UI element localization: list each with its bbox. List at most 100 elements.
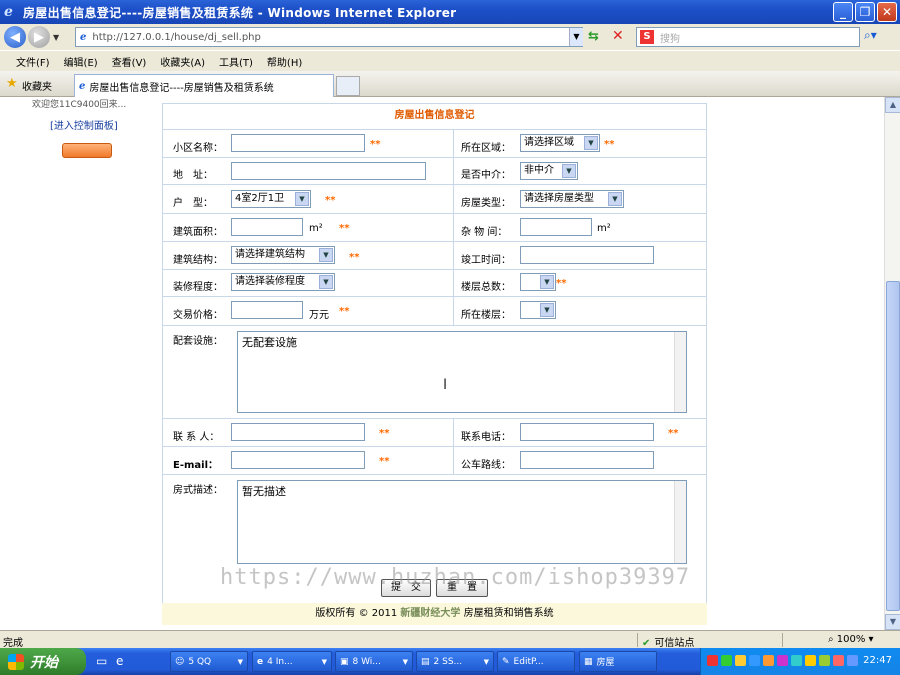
facilities-textarea[interactable]: 无配套设施 xyxy=(237,331,687,413)
close-button[interactable]: ✕ xyxy=(877,2,897,22)
watermark: https://www.huzhan.com/ishop39397 xyxy=(220,565,691,590)
refresh-icon[interactable]: ⇆ xyxy=(588,29,599,44)
price-label: 交易价格： xyxy=(173,310,223,321)
menu-view[interactable]: 查看(V) xyxy=(112,54,147,69)
maximize-button[interactable]: ❐ xyxy=(855,2,875,22)
tray-icon[interactable] xyxy=(805,655,816,666)
task-qq[interactable]: ☺ 5 QQ ▼ xyxy=(170,651,248,672)
house-type-select-value: 请选择房屋类型 xyxy=(524,193,594,204)
sidebar-orange-button[interactable] xyxy=(62,143,112,158)
via-agent-select[interactable]: 非中介 ▼ xyxy=(520,162,578,180)
form-row-7: 交易价格： 万元 ** 所在楼层： ▼ xyxy=(163,297,706,326)
history-dropdown-icon[interactable]: ▼ xyxy=(53,33,59,42)
menu-file[interactable]: 文件(F) xyxy=(16,54,50,69)
favorites-star-icon[interactable]: ★ xyxy=(6,76,18,91)
total-floors-select[interactable]: ▼ xyxy=(520,273,556,291)
completion-time-input[interactable] xyxy=(520,246,654,264)
contact-label: 联 系 人： xyxy=(173,432,220,443)
tray-icon[interactable] xyxy=(749,655,760,666)
new-tab-button[interactable] xyxy=(336,76,360,96)
back-button[interactable]: ◀ xyxy=(4,26,26,48)
text-cursor-icon: I xyxy=(443,377,448,393)
phone-input[interactable] xyxy=(520,423,654,441)
search-icon[interactable]: ⌕▾ xyxy=(864,28,877,43)
decoration-select[interactable]: 请选择装修程度 ▼ xyxy=(231,273,335,291)
app-icon: ▤ xyxy=(421,656,430,667)
storage-input[interactable] xyxy=(520,218,592,236)
qq-icon: ☺ xyxy=(175,656,185,667)
tab-active[interactable]: e 房屋出售信息登记----房屋销售及租赁系统 xyxy=(74,74,334,97)
region-select[interactable]: 请选择区域 ▼ xyxy=(520,134,600,152)
chevron-down-icon: ▼ xyxy=(483,657,489,666)
page-scrollbar[interactable]: ▲ ▼ xyxy=(884,97,900,630)
tray-icon[interactable] xyxy=(707,655,718,666)
bus-input[interactable] xyxy=(520,451,654,469)
minimize-button[interactable]: _ xyxy=(833,2,853,22)
tray-icon[interactable] xyxy=(763,655,774,666)
search-input[interactable]: S 搜狗 xyxy=(636,27,860,47)
favorites-label[interactable]: 收藏夹 xyxy=(22,78,52,93)
status-divider xyxy=(637,633,638,647)
zoom-control[interactable]: ⌕ 100% ▾ xyxy=(828,634,874,645)
footer-university: 新疆财经大学 xyxy=(400,608,461,619)
task-house[interactable]: ▦ 房屋 xyxy=(579,651,657,672)
task-ie[interactable]: e4 In... ▼ xyxy=(252,651,332,672)
area-input[interactable] xyxy=(231,218,303,236)
contact-input[interactable] xyxy=(231,423,365,441)
menu-edit[interactable]: 编辑(E) xyxy=(64,54,98,69)
required-mark: ** xyxy=(370,139,381,150)
menu-favorites[interactable]: 收藏夹(A) xyxy=(160,54,205,69)
scroll-thumb[interactable] xyxy=(886,281,900,611)
layout-label: 户 型： xyxy=(173,198,213,209)
forward-button[interactable]: ▶ xyxy=(28,26,50,48)
description-textarea[interactable]: 暂无描述 xyxy=(237,480,687,564)
house-type-select[interactable]: 请选择房屋类型 ▼ xyxy=(520,190,624,208)
welcome-text: 欢迎您11C9400回来... xyxy=(32,100,127,110)
tray-icon[interactable] xyxy=(847,655,858,666)
tray-icon[interactable] xyxy=(819,655,830,666)
show-desktop-icon[interactable]: ▭ xyxy=(96,654,107,668)
textarea-scrollbar[interactable] xyxy=(674,481,686,563)
structure-select[interactable]: 请选择建筑结构 ▼ xyxy=(231,246,335,264)
chevron-down-icon: ▼ xyxy=(319,275,333,289)
community-name-input[interactable] xyxy=(231,134,365,152)
system-tray: 22:47 xyxy=(700,648,900,675)
menu-help[interactable]: 帮助(H) xyxy=(267,54,302,69)
scroll-down-icon[interactable]: ▼ xyxy=(885,614,900,630)
textarea-scrollbar[interactable] xyxy=(674,332,686,412)
layout-select[interactable]: 4室2厅1卫 ▼ xyxy=(231,190,311,208)
form-row-facilities: 配套设施： 无配套设施 xyxy=(163,326,706,419)
start-button[interactable]: 开始 xyxy=(0,648,86,675)
stop-icon[interactable]: ✕ xyxy=(612,28,624,44)
control-panel-link[interactable]: [进入控制面板] xyxy=(50,117,118,132)
window-titlebar: e 房屋出售信息登记----房屋销售及租赁系统 - Windows Intern… xyxy=(0,0,900,24)
search-placeholder: 搜狗 xyxy=(660,33,680,45)
required-mark: ** xyxy=(349,252,360,263)
tray-icon[interactable] xyxy=(721,655,732,666)
via-agent-select-value: 非中介 xyxy=(524,165,554,176)
status-text: 完成 xyxy=(3,638,23,649)
floor-label: 所在楼层： xyxy=(461,310,511,321)
required-mark: ** xyxy=(556,278,567,289)
tab-title: 房屋出售信息登记----房屋销售及租赁系统 xyxy=(89,82,274,94)
task-ss[interactable]: ▤ 2 SS... ▼ xyxy=(416,651,494,672)
tray-icon[interactable] xyxy=(833,655,844,666)
address-bar[interactable]: e http://127.0.0.1/house/dj_sell.php xyxy=(75,27,583,47)
task-house-label: 房屋 xyxy=(596,658,615,668)
address-dropdown-icon[interactable]: ▼ xyxy=(569,28,583,46)
task-explorer[interactable]: ▣ 8 Wi... ▼ xyxy=(335,651,413,672)
menu-tools[interactable]: 工具(T) xyxy=(219,54,253,69)
address-input[interactable] xyxy=(231,162,426,180)
price-input[interactable] xyxy=(231,301,303,319)
tray-icon[interactable] xyxy=(791,655,802,666)
facilities-label: 配套设施： xyxy=(173,336,223,347)
document-icon: ▦ xyxy=(584,656,593,667)
ie-quicklaunch-icon[interactable]: e xyxy=(116,654,123,668)
tray-icon[interactable] xyxy=(777,655,788,666)
tray-icon[interactable] xyxy=(735,655,746,666)
email-input[interactable] xyxy=(231,451,365,469)
required-mark: ** xyxy=(339,306,350,317)
scroll-up-icon[interactable]: ▲ xyxy=(885,97,900,113)
task-editplus[interactable]: ✎ EditP... xyxy=(497,651,575,672)
floor-select[interactable]: ▼ xyxy=(520,301,556,319)
